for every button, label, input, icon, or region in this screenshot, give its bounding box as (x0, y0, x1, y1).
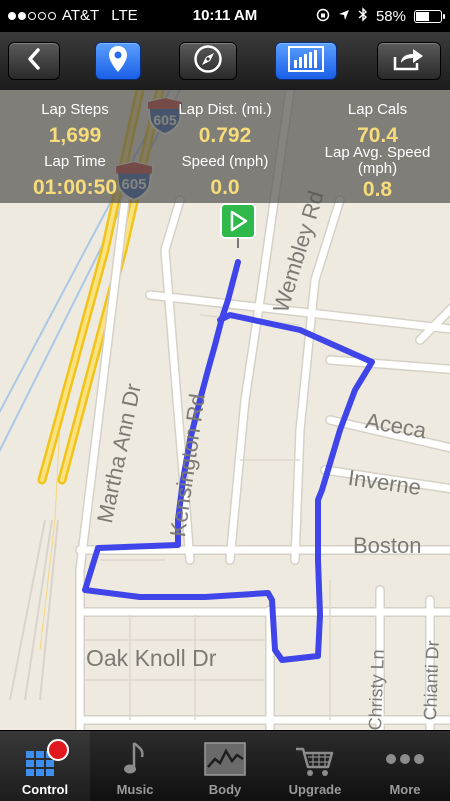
compass-icon (193, 44, 223, 79)
battery-percent: 58% (375, 8, 406, 25)
bar-chart-icon (288, 45, 324, 77)
lap-avg-speed-value: 0.8 (362, 178, 393, 201)
lap-dist-value: 0.792 (198, 124, 252, 147)
tab-music-label: Music (116, 782, 154, 797)
lap-time-value: 01:00:50 (32, 176, 118, 199)
compass-button[interactable] (179, 42, 237, 80)
grid-icon (0, 739, 90, 776)
lap-cals-label: Lap Cals (347, 101, 408, 118)
tab-more-label: More (389, 782, 421, 797)
back-button[interactable] (8, 42, 60, 80)
chevron-left-icon (26, 47, 42, 75)
street-label-boston: Boston (353, 533, 422, 558)
lap-avg-speed-label: Lap Avg. Speed (mph) (324, 144, 431, 177)
lap-stats-panel: Lap Steps 1,699 Lap Dist. (mi.) 0.792 La… (0, 90, 450, 203)
street-label-christy: Christy Ln (365, 649, 388, 730)
lap-time-label: Lap Time (44, 153, 106, 170)
tab-control[interactable]: Control (0, 731, 90, 801)
tab-bar: Control Music Body Upgrade More (0, 730, 450, 801)
lap-steps-label: Lap Steps (41, 101, 109, 118)
tab-upgrade[interactable]: Upgrade (270, 731, 360, 801)
map-view-button[interactable] (95, 42, 141, 80)
start-marker-icon[interactable] (219, 202, 257, 250)
cart-icon (270, 739, 360, 776)
music-note-icon (90, 739, 180, 774)
street-label-oak-knoll: Oak Knoll Dr (86, 645, 217, 671)
share-icon (393, 47, 425, 76)
body-chart-icon (180, 739, 270, 776)
tab-music[interactable]: Music (90, 731, 180, 801)
status-bar: AT&T LTE 10:11 AM 58% (0, 0, 450, 32)
tab-more[interactable]: More (360, 731, 450, 801)
speed-label: Speed (mph) (181, 153, 269, 170)
rotation-lock-icon (316, 8, 330, 26)
share-button[interactable] (377, 42, 441, 80)
tab-upgrade-label: Upgrade (288, 782, 342, 797)
more-dots-icon (360, 739, 450, 773)
street-label-chianti: Chianti Dr (420, 640, 443, 721)
top-toolbar (0, 32, 450, 91)
location-pin-icon (108, 45, 128, 78)
stats-view-button[interactable] (275, 42, 337, 80)
battery-icon (414, 10, 445, 23)
tab-body-label: Body (208, 782, 242, 797)
lap-dist-label: Lap Dist. (mi.) (178, 101, 272, 118)
bluetooth-icon (358, 7, 368, 26)
lap-steps-value: 1,699 (48, 124, 102, 147)
speed-value: 0.0 (210, 176, 240, 199)
location-arrow-icon (338, 8, 350, 25)
status-icons: 58% (316, 7, 445, 26)
tab-body[interactable]: Body (180, 731, 270, 801)
tab-control-label: Control (21, 782, 69, 797)
